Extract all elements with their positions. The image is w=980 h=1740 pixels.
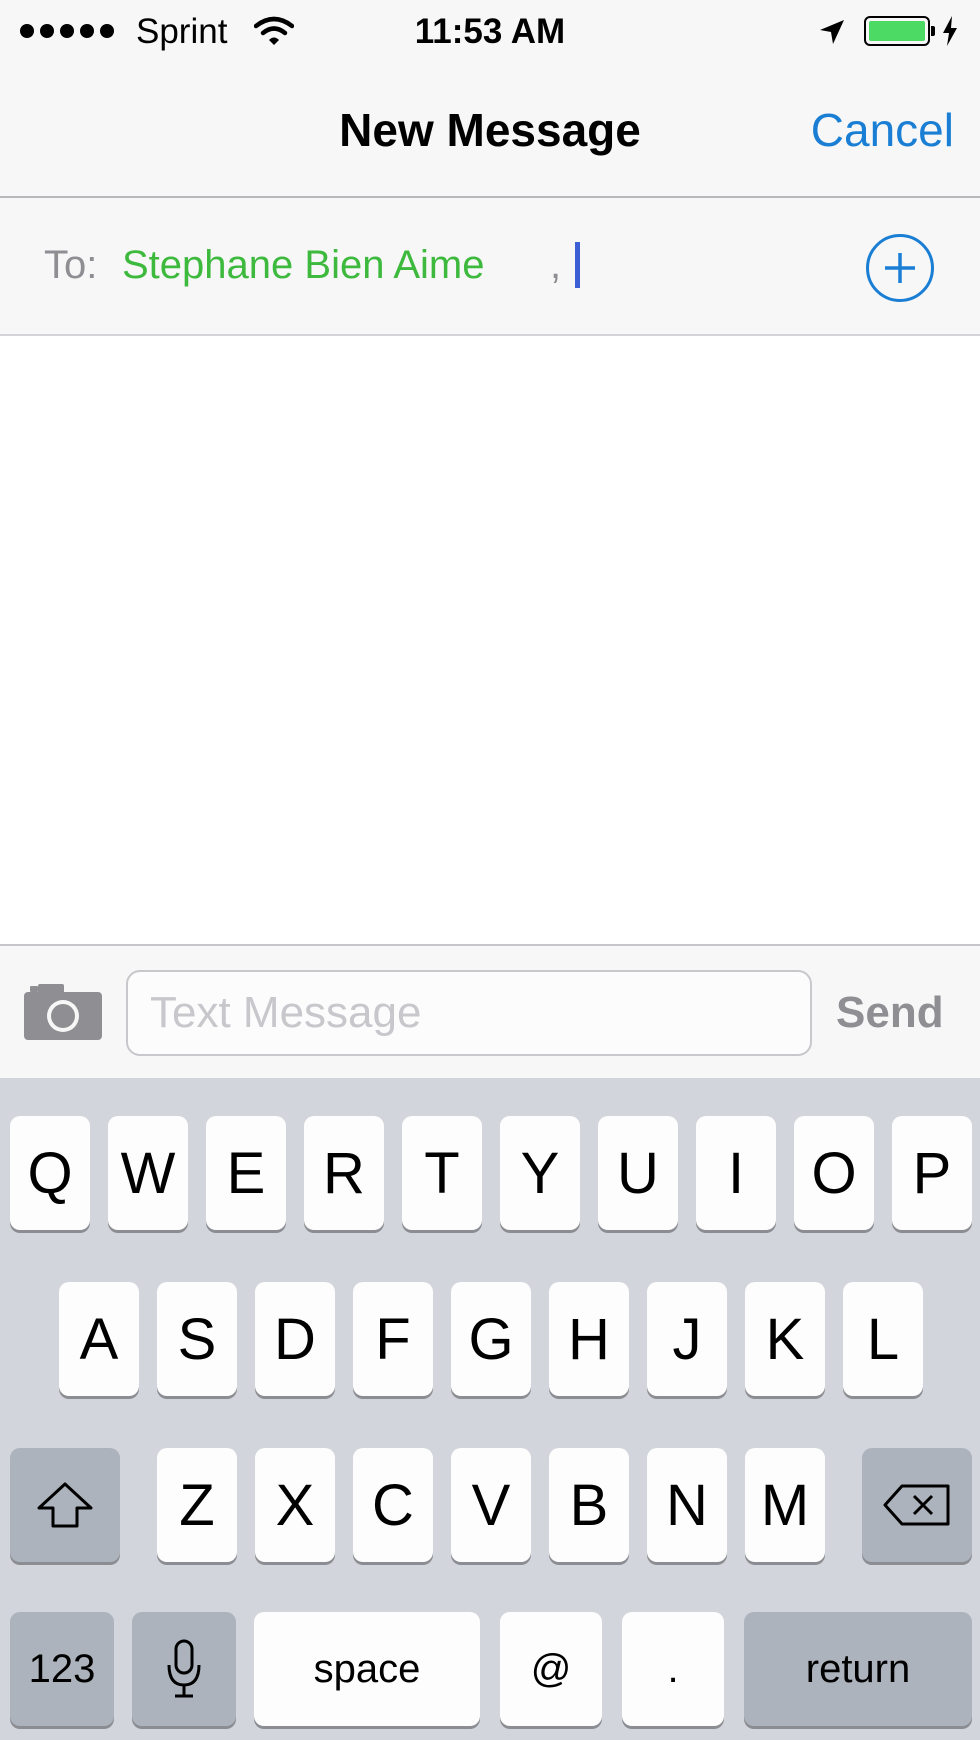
text-cursor (575, 242, 580, 288)
period-key[interactable]: . (622, 1612, 724, 1726)
key-b[interactable]: B (549, 1448, 629, 1562)
key-n[interactable]: N (647, 1448, 727, 1562)
to-label: To: (44, 243, 98, 287)
key-f[interactable]: F (353, 1282, 433, 1396)
key-w[interactable]: W (108, 1116, 188, 1230)
recipient-field[interactable]: To: Stephane Bien Aime , (0, 198, 980, 336)
key-o[interactable]: O (794, 1116, 874, 1230)
key-s[interactable]: S (157, 1282, 237, 1396)
status-bar: Sprint 11:53 AM (0, 0, 980, 64)
send-button[interactable]: Send (836, 986, 944, 1040)
battery-tip (931, 26, 935, 36)
at-key[interactable]: @ (500, 1612, 602, 1726)
key-z[interactable]: Z (157, 1448, 237, 1562)
compose-bar: Send (0, 944, 980, 1078)
key-u[interactable]: U (598, 1116, 678, 1230)
message-thread-area (0, 336, 980, 944)
key-v[interactable]: V (451, 1448, 531, 1562)
key-y[interactable]: Y (500, 1116, 580, 1230)
delete-key[interactable] (862, 1448, 972, 1562)
shift-arrow-icon (37, 1482, 93, 1528)
key-h[interactable]: H (549, 1282, 629, 1396)
key-a[interactable]: A (59, 1282, 139, 1396)
key-c[interactable]: C (353, 1448, 433, 1562)
location-arrow-icon (820, 20, 844, 44)
navigation-bar: New Message Cancel (0, 64, 980, 198)
key-q[interactable]: Q (10, 1116, 90, 1230)
key-j[interactable]: J (647, 1282, 727, 1396)
key-m[interactable]: M (745, 1448, 825, 1562)
charging-bolt-icon (943, 16, 957, 46)
key-k[interactable]: K (745, 1282, 825, 1396)
space-key[interactable]: space (254, 1612, 480, 1726)
key-p[interactable]: P (892, 1116, 972, 1230)
backspace-icon (883, 1484, 950, 1526)
key-l[interactable]: L (843, 1282, 923, 1396)
microphone-icon (167, 1639, 201, 1698)
key-i[interactable]: I (696, 1116, 776, 1230)
key-g[interactable]: G (451, 1282, 531, 1396)
key-e[interactable]: E (206, 1116, 286, 1230)
recipient-separator: , (550, 243, 562, 287)
key-d[interactable]: D (255, 1282, 335, 1396)
keyboard: Q W E R T Y U I O P A S D F G H J K L Z … (0, 1078, 980, 1740)
shift-key[interactable] (10, 1448, 120, 1562)
recipient-token[interactable]: Stephane Bien Aime (122, 240, 484, 290)
key-t[interactable]: T (402, 1116, 482, 1230)
return-key[interactable]: return (744, 1612, 972, 1726)
key-x[interactable]: X (255, 1448, 335, 1562)
numbers-key[interactable]: 123 (10, 1612, 114, 1726)
cancel-button[interactable]: Cancel (811, 102, 954, 158)
plus-circle-icon (885, 253, 915, 283)
dictation-key[interactable] (132, 1612, 236, 1726)
camera-icon[interactable] (24, 982, 102, 1042)
battery-icon (864, 16, 930, 46)
key-r[interactable]: R (304, 1116, 384, 1230)
add-contact-button[interactable] (866, 234, 934, 302)
message-input[interactable] (126, 970, 812, 1056)
